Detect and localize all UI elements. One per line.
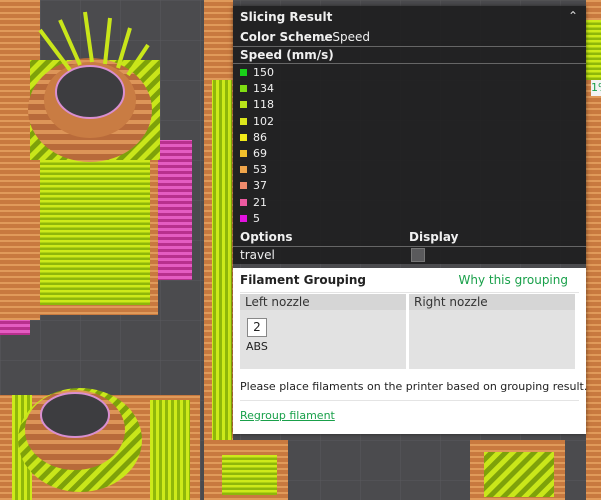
regroup-filament-link[interactable]: Regroup filament xyxy=(240,409,335,422)
divider xyxy=(240,292,579,293)
color-swatch xyxy=(240,85,247,93)
speed-value-label: 86 xyxy=(253,130,267,144)
filament-grouping-section: Filament Grouping Why this grouping Left… xyxy=(233,268,588,434)
travel-display-checkbox[interactable] xyxy=(411,248,425,262)
color-swatch xyxy=(240,166,247,174)
why-this-grouping-link[interactable]: Why this grouping xyxy=(458,273,568,287)
divider xyxy=(240,400,579,401)
divider xyxy=(233,46,586,47)
divider xyxy=(233,63,586,64)
slicing-result-section: Slicing Result ⌃︎ Color Scheme ⌄ Speed Sp… xyxy=(233,6,586,264)
divider xyxy=(233,246,586,247)
edge-tab-label[interactable]: 1% xyxy=(591,80,601,96)
color-swatch xyxy=(240,182,247,190)
panel-title: Slicing Result xyxy=(240,10,333,24)
color-swatch xyxy=(240,133,247,141)
speed-value-label: 134 xyxy=(253,82,274,96)
color-swatch xyxy=(240,69,247,76)
speed-value-label: 150 xyxy=(253,66,274,79)
filament-grouping-title: Filament Grouping xyxy=(240,273,367,287)
speed-value-label: 118 xyxy=(253,98,274,112)
color-scheme-value: Speed xyxy=(332,30,371,44)
filament-type-label: ABS xyxy=(246,340,268,353)
left-nozzle-label: Left nozzle xyxy=(240,294,406,310)
color-swatch xyxy=(240,150,247,157)
speed-value-label: 21 xyxy=(253,195,267,209)
display-header: Display xyxy=(409,230,459,244)
chevron-down-icon: ⌄ xyxy=(320,33,329,44)
slicing-result-panel: Slicing Result ⌃︎ Color Scheme ⌄ Speed Sp… xyxy=(233,6,588,434)
right-nozzle-label: Right nozzle xyxy=(409,294,575,310)
speed-value-label: 37 xyxy=(253,179,267,193)
color-swatch xyxy=(240,214,247,222)
left-nozzle-box: Left nozzle 2 ABS xyxy=(240,294,406,369)
grouping-instruction-text: Please place filaments on the printer ba… xyxy=(240,380,588,393)
color-swatch xyxy=(240,117,247,125)
speed-value-label: 69 xyxy=(253,147,267,160)
options-header: Options xyxy=(240,230,293,244)
filament-chip[interactable]: 2 xyxy=(247,318,267,337)
travel-option-label: travel xyxy=(240,248,275,262)
color-scheme-label: Color Scheme xyxy=(240,30,333,44)
color-swatch xyxy=(240,198,247,206)
color-swatch xyxy=(240,101,247,109)
color-scheme-select[interactable]: ⌄ Speed xyxy=(320,30,370,46)
speed-value-label: 53 xyxy=(253,163,267,177)
right-nozzle-box: Right nozzle xyxy=(409,294,575,369)
speed-value-label: 5 xyxy=(253,211,260,225)
double-chevron-up-icon[interactable]: ⌃︎ xyxy=(568,9,578,23)
speed-legend-header: Speed (mm/s) xyxy=(240,48,334,62)
speed-value-label: 102 xyxy=(253,114,274,128)
